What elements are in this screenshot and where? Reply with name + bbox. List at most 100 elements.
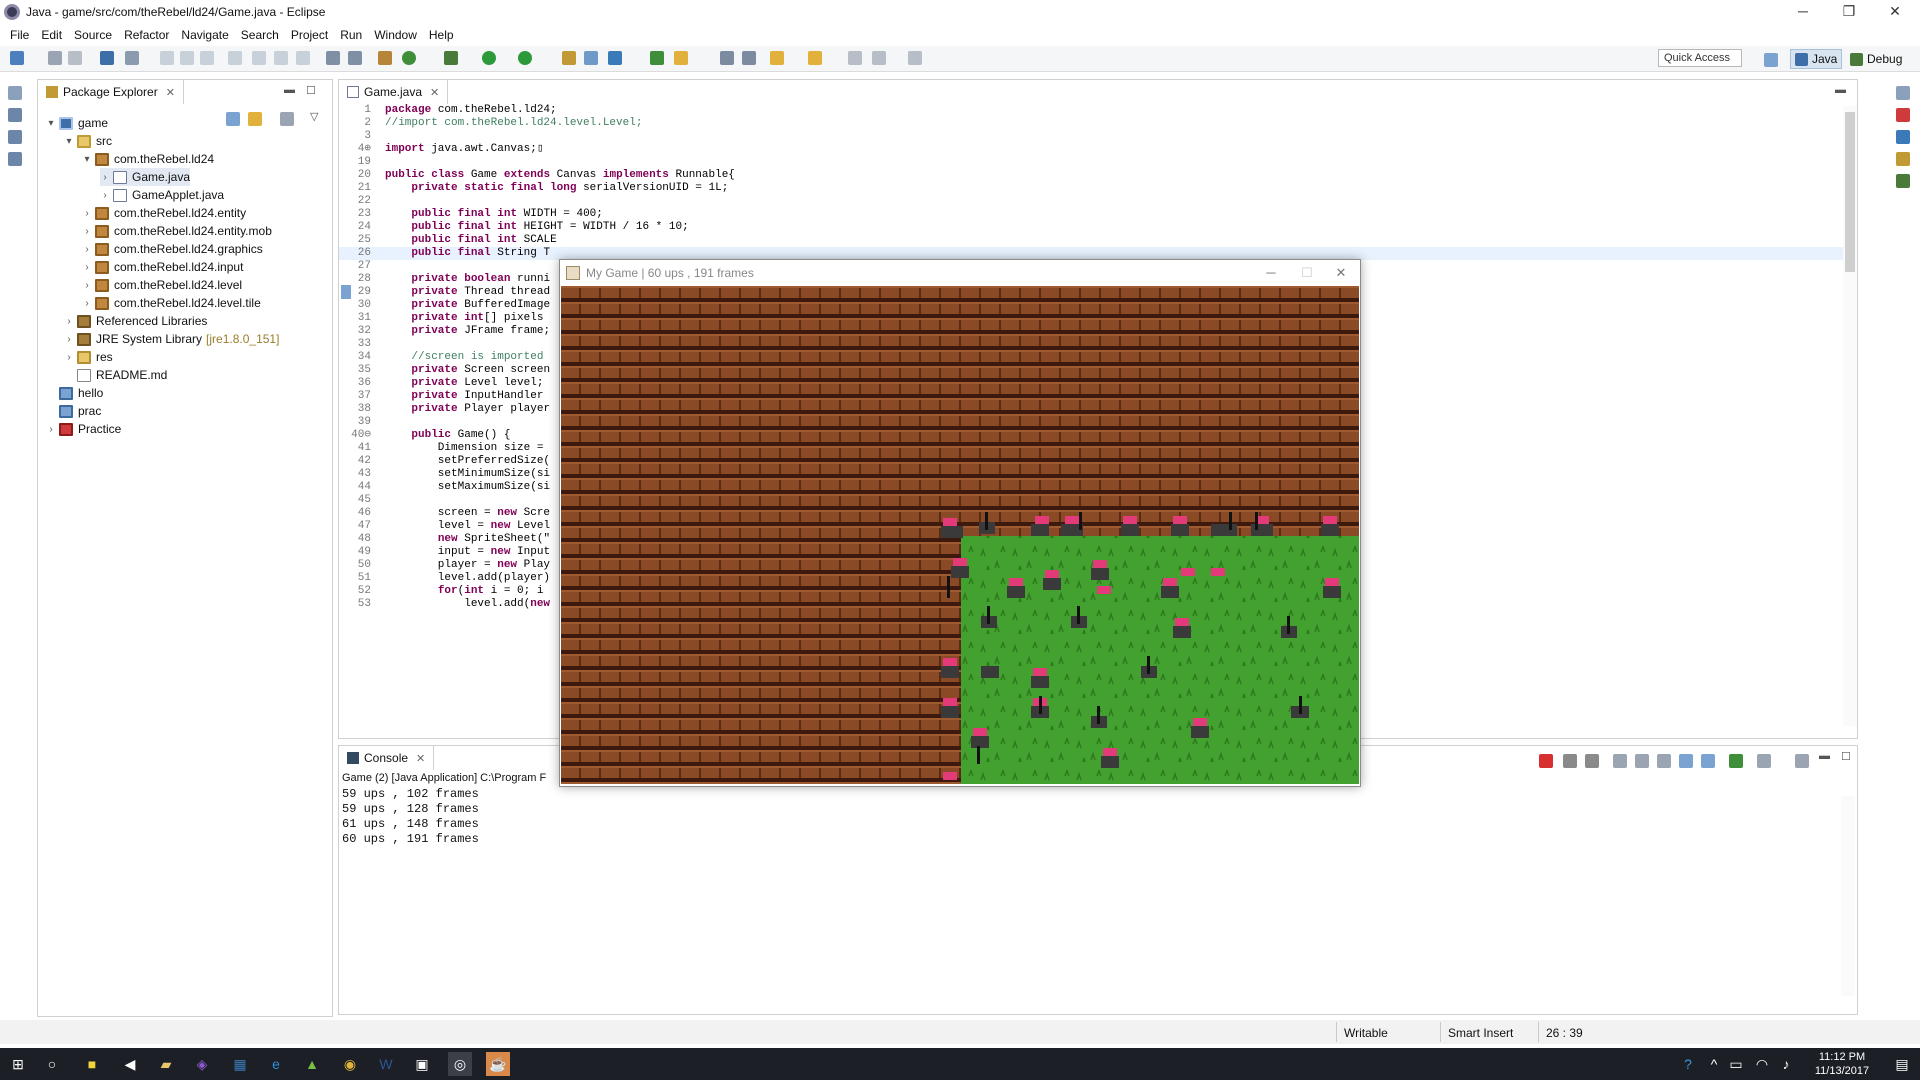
clear-console-icon[interactable] <box>1613 754 1627 768</box>
step-over-icon[interactable] <box>274 51 288 65</box>
resume-icon[interactable] <box>160 51 174 65</box>
terminate-icon[interactable] <box>200 51 214 65</box>
game-close-button[interactable]: ✕ <box>1318 260 1364 286</box>
new-java-class-icon[interactable] <box>584 51 598 65</box>
twisty-icon[interactable]: ▾ <box>64 136 74 147</box>
perspective-java[interactable]: Java <box>1790 49 1843 69</box>
tree-item[interactable]: › com.theRebel.ld24.level <box>82 276 242 294</box>
tree-item[interactable]: › com.theRebel.ld24.input <box>82 258 243 276</box>
open-perspective-icon[interactable] <box>1764 53 1778 67</box>
windows-start-icon[interactable]: ⊞ <box>6 1052 30 1076</box>
tree-item[interactable]: ▾ src <box>64 132 112 150</box>
code-line[interactable]: 21 private static final long serialVersi… <box>339 182 1857 195</box>
menu-search[interactable]: Search <box>235 28 285 42</box>
display-console-icon[interactable] <box>1757 754 1771 768</box>
tree-item[interactable]: › Practice <box>46 420 121 438</box>
notification-icon[interactable]: ▤ <box>1890 1052 1914 1076</box>
restore-button[interactable]: ❐ <box>1826 0 1872 24</box>
code-line[interactable]: 2 //import com.theRebel.ld24.level.Level; <box>339 117 1857 130</box>
step-return-icon[interactable] <box>296 51 310 65</box>
code-line[interactable]: 1 package com.theRebel.ld24; <box>339 104 1857 117</box>
game-window-titlebar[interactable]: My Game | 60 ups , 191 frames <box>560 260 1360 286</box>
link-with-editor-icon[interactable] <box>248 112 262 126</box>
chrome-icon[interactable]: ◉ <box>338 1052 362 1076</box>
tree-item[interactable]: › GameApplet.java <box>100 186 224 204</box>
view-filter-icon[interactable] <box>280 112 294 126</box>
editor-vertical-scrollbar[interactable] <box>1843 106 1857 726</box>
declaration-icon[interactable] <box>1896 152 1910 166</box>
tree-item[interactable]: › Referenced Libraries <box>64 312 207 330</box>
back-icon[interactable] <box>872 51 886 65</box>
show-on-stderr-icon[interactable] <box>1701 754 1715 768</box>
code-line[interactable]: 22 <box>339 195 1857 208</box>
tab-console[interactable]: Console ✕ <box>339 746 435 770</box>
word-wrap-icon[interactable] <box>1657 754 1671 768</box>
new-icon[interactable] <box>10 51 24 65</box>
new-java-package-icon[interactable] <box>562 51 576 65</box>
code-line[interactable]: 3 <box>339 130 1857 143</box>
tree-item[interactable]: › JRE System Library [jre1.8.0_151] <box>64 330 279 348</box>
skip-breakpoints-icon[interactable] <box>125 51 139 65</box>
minimize-button[interactable]: ─ <box>1780 0 1826 24</box>
twisty-icon[interactable]: › <box>64 334 74 345</box>
show-whitespace-icon[interactable] <box>720 51 734 65</box>
twisty-icon[interactable]: › <box>82 208 92 219</box>
next-annotation-icon[interactable] <box>770 51 784 65</box>
clock-time[interactable]: 11:12 PM <box>1802 1051 1882 1063</box>
problems-icon[interactable] <box>1896 108 1910 122</box>
save-icon[interactable] <box>48 51 62 65</box>
twisty-icon[interactable]: › <box>82 244 92 255</box>
word-icon[interactable]: W <box>374 1052 398 1076</box>
block-selection-icon[interactable] <box>742 51 756 65</box>
terminal-icon[interactable] <box>100 51 114 65</box>
console-output[interactable]: Game (2) [Java Application] C:\Program F… <box>339 772 1857 1002</box>
console-vertical-scrollbar[interactable] <box>1841 796 1855 996</box>
tree-item[interactable]: › Game.java <box>100 168 191 186</box>
task-list-icon[interactable] <box>8 152 22 166</box>
remove-launch-icon[interactable] <box>1563 754 1577 768</box>
tab-game-java[interactable]: Game.java ✕ <box>339 80 449 104</box>
java-taskbar-icon[interactable]: ☕ <box>486 1052 510 1076</box>
tree-item[interactable]: ▾ game <box>46 114 108 132</box>
coverage-icon[interactable] <box>518 51 532 65</box>
code-line[interactable]: 25 public final int SCALE <box>339 234 1857 247</box>
restore-icon[interactable] <box>1896 86 1910 100</box>
suspend-icon[interactable] <box>180 51 194 65</box>
visual-studio-icon[interactable]: ◈ <box>190 1052 214 1076</box>
outline-view-icon[interactable] <box>1896 174 1910 188</box>
mark-occurrences-icon[interactable] <box>674 51 688 65</box>
battery-icon[interactable]: ▭ <box>1724 1052 1748 1076</box>
tree-item[interactable]: › com.theRebel.ld24.entity.mob <box>82 222 272 240</box>
code-line[interactable]: 19 <box>339 156 1857 169</box>
code-line[interactable]: 4⊕ import java.awt.Canvas;▯ <box>339 143 1857 156</box>
code-line[interactable]: 20 public class Game extends Canvas imple… <box>339 169 1857 182</box>
code-line[interactable]: 24 public final int HEIGHT = WIDTH / 16 … <box>339 221 1857 234</box>
edge-icon[interactable]: e <box>264 1052 288 1076</box>
open-console-icon[interactable] <box>1795 754 1809 768</box>
tree-item[interactable]: › res <box>64 348 112 366</box>
restore-icon[interactable] <box>8 86 22 100</box>
status-insert-mode[interactable]: Smart Insert <box>1448 1026 1513 1040</box>
debug-icon[interactable] <box>444 51 458 65</box>
pin-console-icon[interactable] <box>1729 754 1743 768</box>
outline-icon[interactable] <box>8 130 22 144</box>
forward-icon[interactable] <box>908 51 922 65</box>
twisty-icon[interactable]: › <box>82 298 92 309</box>
tree-item[interactable]: README.md <box>64 366 167 384</box>
file-explorer-icon[interactable]: ▰ <box>154 1052 178 1076</box>
tree-item[interactable]: prac <box>46 402 101 420</box>
twisty-icon[interactable]: › <box>100 190 110 201</box>
show-on-stdout-icon[interactable] <box>1679 754 1693 768</box>
tree-item[interactable]: › com.theRebel.ld24.graphics <box>82 240 262 258</box>
notes-icon[interactable]: ■ <box>80 1052 104 1076</box>
twisty-icon[interactable]: › <box>64 352 74 363</box>
menu-navigate[interactable]: Navigate <box>175 28 234 42</box>
last-edit-icon[interactable] <box>848 51 862 65</box>
maximize-view-icon[interactable]: ☐ <box>1841 750 1851 763</box>
close-tab-icon[interactable]: ✕ <box>166 86 175 99</box>
scroll-lock-icon[interactable] <box>1635 754 1649 768</box>
menu-refactor[interactable]: Refactor <box>118 28 175 42</box>
app-icon[interactable]: ▣ <box>410 1052 434 1076</box>
previous-annotation-icon[interactable] <box>808 51 822 65</box>
maximize-view-icon[interactable]: ☐ <box>306 84 316 97</box>
